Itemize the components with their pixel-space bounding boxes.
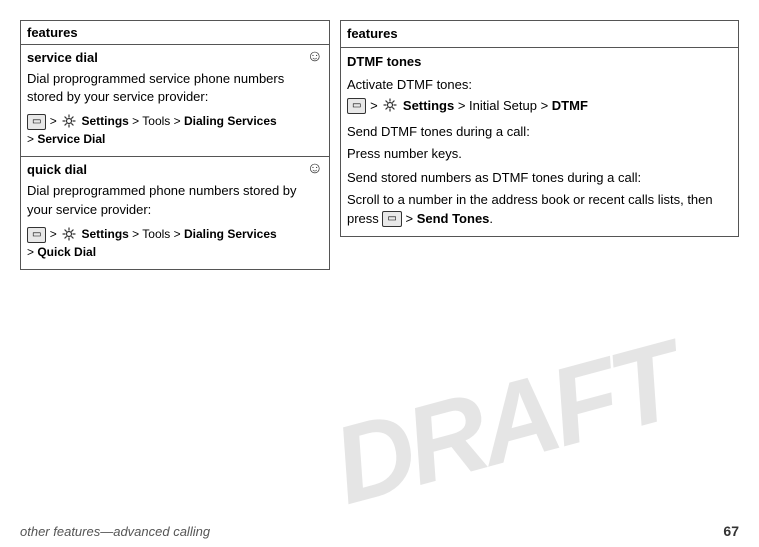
quick-dial-title-row: quick dial ☺: [21, 157, 330, 180]
scroll-row: Scroll to a number in the address book o…: [341, 188, 739, 236]
page-content: features service dial ☺ Dial proprogramm…: [0, 0, 759, 547]
main-area: features service dial ☺ Dial proprogramm…: [0, 0, 759, 515]
quick-dial-path: ▭ > Settings > Tools > Dialing Services …: [21, 223, 330, 270]
path-dtmf: DTMF: [552, 98, 588, 113]
settings-icon-right-1: [382, 97, 398, 113]
path-service-dial: Service Dial: [37, 132, 105, 146]
press-keys-row: Press number keys.: [341, 142, 739, 166]
send-label-row: Send DTMF tones during a call:: [341, 120, 739, 142]
path-settings-left-2: Settings: [81, 227, 128, 241]
menu-key-left-2: ▭: [27, 227, 46, 243]
scroll-label: Scroll to a number in the address book o…: [341, 188, 739, 236]
menu-key-left-1: ▭: [27, 114, 46, 130]
quick-dial-title: quick dial: [27, 162, 87, 177]
quick-dial-title-cell: quick dial ☺: [21, 157, 330, 180]
left-table: features service dial ☺ Dial proprogramm…: [20, 20, 330, 270]
stored-label: Send stored numbers as DTMF tones during…: [341, 166, 739, 188]
menu-key-right-1: ▭: [347, 98, 366, 114]
path-settings-right: Settings: [403, 98, 454, 113]
activate-path-row: ▭ > Settings > Initial Setup > DTMF: [341, 96, 739, 120]
activate-path: ▭ > Settings > Initial Setup > DTMF: [341, 96, 739, 120]
activate-label-row: Activate DTMF tones:: [341, 73, 739, 95]
quick-dial-path-row: ▭ > Settings > Tools > Dialing Services …: [21, 223, 330, 270]
dtmf-title-row: DTMF tones: [341, 48, 739, 74]
right-header-cell: features: [341, 21, 739, 48]
footer-left: other features—advanced calling: [20, 524, 210, 539]
menu-key-right-2: ▭: [382, 211, 401, 227]
footer-right: 67: [723, 523, 739, 539]
service-dial-desc: Dial proprogrammed service phone numbers…: [21, 68, 330, 110]
quick-dial-icon: ☺: [307, 160, 323, 178]
service-dial-desc-row: Dial proprogrammed service phone numbers…: [21, 68, 330, 110]
dtmf-title: DTMF tones: [347, 54, 421, 69]
footer: other features—advanced calling 67: [0, 515, 759, 547]
service-dial-title: service dial: [27, 50, 98, 65]
service-dial-title-row: service dial ☺: [21, 45, 330, 69]
left-header-cell: features: [21, 21, 330, 45]
settings-icon-left-1: [61, 113, 77, 129]
right-header-row: features: [341, 21, 739, 48]
activate-label: Activate DTMF tones:: [341, 73, 739, 95]
send-label: Send DTMF tones during a call:: [341, 120, 739, 142]
quick-dial-desc: Dial preprogrammed phone numbers stored …: [21, 180, 330, 222]
right-table: features DTMF tones Activate DTMF tones:…: [340, 20, 739, 237]
service-dial-path: ▭ > Settings > Tools > Dialing Services …: [21, 110, 330, 157]
service-dial-title-cell: service dial ☺: [21, 45, 330, 69]
path-quick-dial: Quick Dial: [37, 245, 96, 259]
path-settings-left-1: Settings: [81, 114, 128, 128]
service-dial-icon: ☺: [307, 48, 323, 66]
left-header-row: features: [21, 21, 330, 45]
dtmf-title-cell: DTMF tones: [341, 48, 739, 74]
press-keys-label: Press number keys.: [341, 142, 739, 166]
settings-icon-left-2: [61, 226, 77, 242]
stored-label-row: Send stored numbers as DTMF tones during…: [341, 166, 739, 188]
send-tones-label: Send Tones: [417, 211, 490, 226]
path-dialing-left-1: Dialing Services: [184, 114, 277, 128]
path-dialing-left-2: Dialing Services: [184, 227, 277, 241]
quick-dial-desc-row: Dial preprogrammed phone numbers stored …: [21, 180, 330, 222]
service-dial-path-row: ▭ > Settings > Tools > Dialing Services …: [21, 110, 330, 157]
